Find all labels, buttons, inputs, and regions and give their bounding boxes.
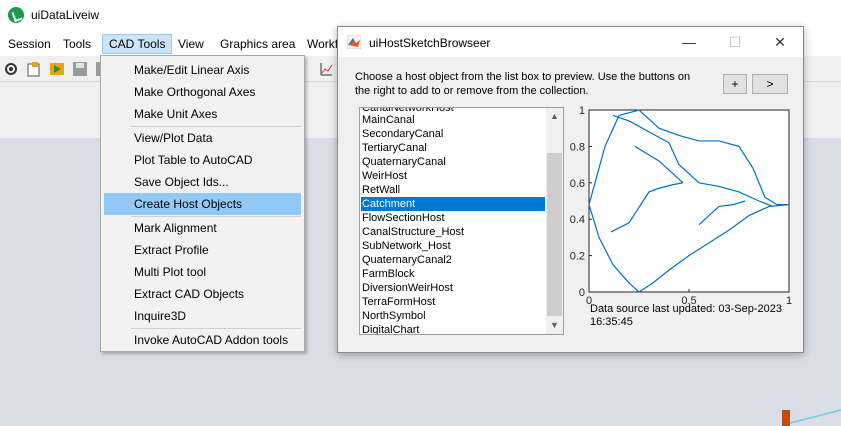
list-item[interactable]: MainCanal: [361, 113, 545, 127]
menu-view[interactable]: View: [172, 34, 210, 54]
host-sketch-browser-dialog: uiHostSketchBrowseer — ☐ ✕ Choose a host…: [337, 26, 804, 353]
dialog-titlebar[interactable]: uiHostSketchBrowseer — ☐ ✕: [338, 27, 803, 57]
listbox-scrollbar[interactable]: ▲ ▼: [546, 108, 563, 334]
menu-session[interactable]: Session: [2, 34, 57, 54]
graphics-line-fragment: [790, 409, 841, 424]
y-tick-label: 0.2: [570, 251, 585, 263]
menu-graphics-area[interactable]: Graphics area: [214, 34, 301, 54]
menu-item-inquire3d[interactable]: Inquire3D: [104, 305, 301, 327]
menu-item-save-object-ids[interactable]: Save Object Ids...: [104, 171, 301, 193]
menu-item-mark-alignment[interactable]: Mark Alignment: [104, 217, 301, 239]
app-logo-icon: [8, 7, 24, 23]
app-title: uiDataLiveiw: [31, 8, 100, 22]
y-tick-label: 1: [579, 105, 585, 117]
dialog-title: uiHostSketchBrowseer: [369, 36, 491, 50]
list-item[interactable]: FlowSectionHost: [361, 211, 545, 225]
menu-item-multi-plot-tool[interactable]: Multi Plot tool: [104, 261, 301, 283]
plot-tool-icon[interactable]: [318, 61, 334, 77]
list-item[interactable]: DigitalChart: [361, 323, 545, 334]
y-tick-label: 0: [579, 287, 585, 299]
list-item[interactable]: QuaternaryCanal: [361, 155, 545, 169]
y-tick-label: 0.8: [570, 141, 585, 153]
menu-item-make-unit-axes[interactable]: Make Unit Axes: [104, 103, 301, 125]
dialog-instructions: Choose a host object from the list box t…: [355, 71, 691, 97]
run-icon[interactable]: [49, 61, 65, 77]
menu-item-create-host-objects[interactable]: Create Host Objects: [104, 193, 301, 215]
matlab-logo-icon: [347, 35, 361, 49]
y-tick-label: 0.6: [570, 178, 585, 190]
minimize-button[interactable]: —: [666, 27, 712, 57]
menu-tools[interactable]: Tools: [57, 34, 97, 54]
menu-item-plot-table-to-autocad[interactable]: Plot Table to AutoCAD: [104, 149, 301, 171]
data-source-timestamp: Data source last updated: 03-Sep-2023 16…: [590, 303, 783, 328]
list-item[interactable]: SubNetwork_Host: [361, 239, 545, 253]
add-button[interactable]: +: [723, 74, 747, 94]
list-item[interactable]: TertiaryCanal: [361, 141, 545, 155]
list-item[interactable]: CanalStructure_Host: [361, 225, 545, 239]
graphics-marker: [782, 410, 790, 426]
y-tick-label: 0.4: [570, 214, 585, 226]
list-item-selected[interactable]: Catchment: [361, 197, 545, 211]
menu-cad-tools[interactable]: CAD Tools: [102, 34, 173, 54]
menu-item-extract-profile[interactable]: Extract Profile: [104, 239, 301, 261]
list-item[interactable]: FarmBlock: [361, 267, 545, 281]
list-item[interactable]: SecondaryCanal: [361, 127, 545, 141]
menu-item-make-orthogonal-axes[interactable]: Make Orthogonal Axes: [104, 81, 301, 103]
list-item[interactable]: WeirHost: [361, 169, 545, 183]
scroll-up-arrow-icon[interactable]: ▲: [546, 108, 563, 125]
scrollbar-thumb[interactable]: [547, 153, 562, 316]
save-icon[interactable]: [72, 61, 88, 77]
cad-tools-dropdown: Make/Edit Linear Axis Make Orthogonal Ax…: [100, 55, 305, 352]
scroll-down-arrow-icon[interactable]: ▼: [546, 317, 563, 334]
menu-item-view-plot-data[interactable]: View/Plot Data: [104, 127, 301, 149]
close-button[interactable]: ✕: [757, 27, 803, 57]
host-object-listbox[interactable]: CanalNetworkHost MainCanal SecondaryCana…: [359, 107, 564, 335]
list-item[interactable]: NorthSymbol: [361, 309, 545, 323]
list-item[interactable]: QuaternaryCanal2: [361, 253, 545, 267]
menu-item-invoke-autocad-addon-tools[interactable]: Invoke AutoCAD Addon tools: [104, 329, 301, 351]
menu-item-make-edit-linear-axis[interactable]: Make/Edit Linear Axis: [104, 59, 301, 81]
next-button[interactable]: >: [752, 74, 788, 94]
gear-icon[interactable]: [3, 61, 19, 77]
list-item[interactable]: RetWall: [361, 183, 545, 197]
maximize-button[interactable]: ☐: [712, 27, 758, 57]
new-document-icon[interactable]: [26, 61, 42, 77]
menu-item-extract-cad-objects[interactable]: Extract CAD Objects: [104, 283, 301, 305]
list-item[interactable]: DiversionWeirHost: [361, 281, 545, 295]
list-item[interactable]: TerraFormHost: [361, 295, 545, 309]
